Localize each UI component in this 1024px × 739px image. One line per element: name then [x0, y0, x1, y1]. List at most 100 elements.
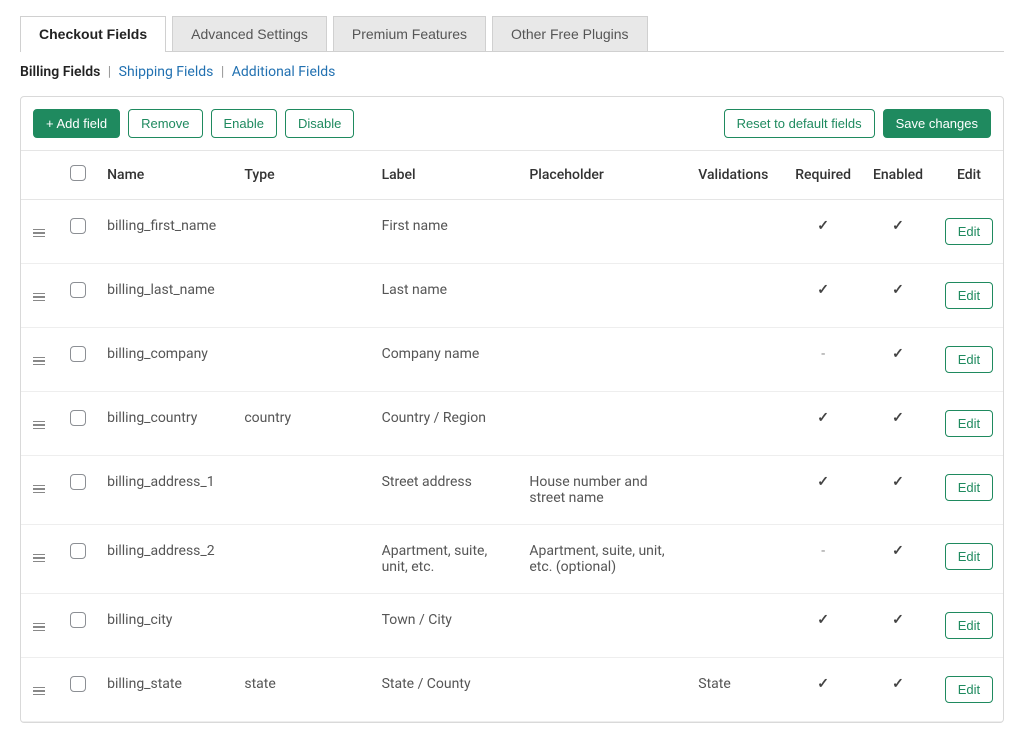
check-icon: ✓ — [817, 474, 829, 490]
cell-placeholder — [521, 658, 690, 722]
tab-other-free-plugins[interactable]: Other Free Plugins — [492, 16, 648, 51]
cell-type — [236, 594, 373, 658]
column-type: Type — [236, 151, 373, 200]
cell-placeholder — [521, 392, 690, 456]
edit-button[interactable]: Edit — [945, 676, 993, 703]
edit-button[interactable]: Edit — [945, 612, 993, 639]
cell-validations: State — [690, 658, 785, 722]
cell-enabled: ✓ — [861, 264, 935, 328]
column-placeholder: Placeholder — [521, 151, 690, 200]
table-row: billing_city Town / City ✓ ✓ Edit — [21, 594, 1003, 658]
check-icon: ✓ — [892, 346, 904, 362]
cell-placeholder — [521, 328, 690, 392]
edit-button[interactable]: Edit — [945, 474, 993, 501]
cell-label: State / County — [374, 658, 522, 722]
cell-placeholder: House number and street name — [521, 456, 690, 525]
subnav-billing[interactable]: Billing Fields — [20, 64, 100, 80]
check-icon: ✓ — [892, 676, 904, 692]
cell-enabled: ✓ — [861, 200, 935, 264]
cell-required: - — [785, 525, 861, 594]
cell-required: ✓ — [785, 658, 861, 722]
check-icon: ✓ — [892, 612, 904, 628]
cell-enabled: ✓ — [861, 525, 935, 594]
field-group-nav: Billing Fields | Shipping Fields | Addit… — [20, 64, 1004, 80]
row-checkbox[interactable] — [70, 410, 86, 426]
drag-handle-icon[interactable] — [33, 419, 45, 430]
cell-label: Street address — [374, 456, 522, 525]
column-enabled: Enabled — [861, 151, 935, 200]
drag-handle-icon[interactable] — [33, 355, 45, 366]
reset-button[interactable]: Reset to default fields — [724, 109, 875, 138]
check-icon: ✓ — [817, 282, 829, 298]
row-checkbox[interactable] — [70, 474, 86, 490]
check-icon: ✓ — [817, 218, 829, 234]
drag-handle-icon[interactable] — [33, 685, 45, 696]
cell-enabled: ✓ — [861, 594, 935, 658]
column-required: Required — [785, 151, 861, 200]
cell-type: state — [236, 658, 373, 722]
add-field-button[interactable]: + Add field — [33, 109, 120, 138]
cell-placeholder — [521, 594, 690, 658]
save-button[interactable]: Save changes — [883, 109, 991, 138]
cell-label: Apartment, suite, unit, etc. — [374, 525, 522, 594]
subnav-shipping[interactable]: Shipping Fields — [119, 64, 214, 80]
row-checkbox[interactable] — [70, 612, 86, 628]
cell-name: billing_last_name — [99, 264, 236, 328]
tab-checkout-fields[interactable]: Checkout Fields — [20, 16, 166, 51]
cell-enabled: ✓ — [861, 392, 935, 456]
cell-label: Town / City — [374, 594, 522, 658]
table-row: billing_address_1 Street addressHouse num… — [21, 456, 1003, 525]
drag-handle-icon[interactable] — [33, 291, 45, 302]
column-validations: Validations — [690, 151, 785, 200]
cell-type — [236, 328, 373, 392]
toolbar: + Add field Remove Enable Disable Reset … — [21, 97, 1003, 151]
cell-type: country — [236, 392, 373, 456]
drag-handle-icon[interactable] — [33, 552, 45, 563]
edit-button[interactable]: Edit — [945, 218, 993, 245]
check-icon: ✓ — [892, 474, 904, 490]
cell-required: ✓ — [785, 594, 861, 658]
cell-name: billing_first_name — [99, 200, 236, 264]
select-all-checkbox[interactable] — [70, 165, 86, 181]
cell-validations — [690, 392, 785, 456]
cell-type — [236, 456, 373, 525]
row-checkbox[interactable] — [70, 543, 86, 559]
cell-placeholder: Apartment, suite, unit, etc. (optional) — [521, 525, 690, 594]
cell-enabled: ✓ — [861, 328, 935, 392]
cell-name: billing_city — [99, 594, 236, 658]
cell-placeholder — [521, 200, 690, 264]
table-row: billing_companyCompany name-✓Edit — [21, 328, 1003, 392]
check-icon: ✓ — [817, 676, 829, 692]
edit-button[interactable]: Edit — [945, 282, 993, 309]
cell-type — [236, 264, 373, 328]
cell-name: billing_state — [99, 658, 236, 722]
column-name: Name — [99, 151, 236, 200]
disable-button[interactable]: Disable — [285, 109, 354, 138]
row-checkbox[interactable] — [70, 676, 86, 692]
edit-button[interactable]: Edit — [945, 543, 993, 570]
tab-premium-features[interactable]: Premium Features — [333, 16, 486, 51]
table-row: billing_statestateState / County State ✓ ✓ E… — [21, 658, 1003, 722]
cell-validations — [690, 525, 785, 594]
cell-required: ✓ — [785, 264, 861, 328]
row-checkbox[interactable] — [70, 282, 86, 298]
drag-handle-icon[interactable] — [33, 483, 45, 494]
tab-advanced-settings[interactable]: Advanced Settings — [172, 16, 327, 51]
cell-name: billing_company — [99, 328, 236, 392]
subnav-additional[interactable]: Additional Fields — [232, 64, 336, 80]
cell-validations — [690, 328, 785, 392]
cell-name: billing_address_1 — [99, 456, 236, 525]
cell-validations — [690, 456, 785, 525]
edit-button[interactable]: Edit — [945, 346, 993, 373]
row-checkbox[interactable] — [70, 218, 86, 234]
remove-button[interactable]: Remove — [128, 109, 202, 138]
edit-button[interactable]: Edit — [945, 410, 993, 437]
cell-required: ✓ — [785, 456, 861, 525]
drag-handle-icon[interactable] — [33, 621, 45, 632]
check-icon: ✓ — [892, 410, 904, 426]
cell-type — [236, 525, 373, 594]
check-icon: ✓ — [892, 218, 904, 234]
enable-button[interactable]: Enable — [211, 109, 277, 138]
drag-handle-icon[interactable] — [33, 227, 45, 238]
row-checkbox[interactable] — [70, 346, 86, 362]
